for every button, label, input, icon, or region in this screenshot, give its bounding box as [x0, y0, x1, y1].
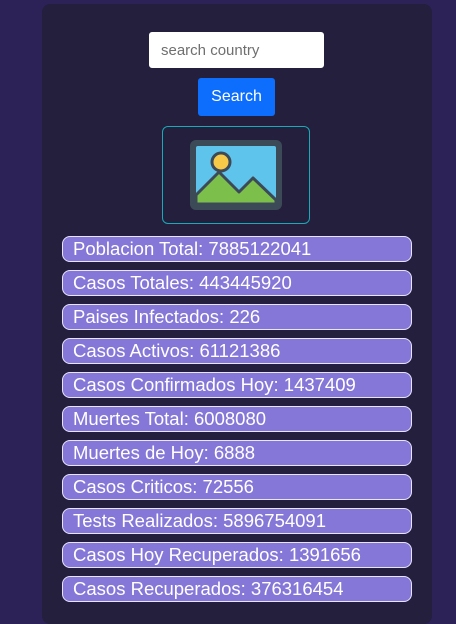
stat-value: 1437409: [283, 374, 356, 395]
stat-value: 6008080: [194, 408, 267, 429]
stat-value: 61121386: [199, 340, 281, 361]
stat-value: 443445920: [199, 272, 292, 293]
stat-value: 72556: [202, 476, 254, 497]
stat-value: 1391656: [288, 544, 361, 565]
stat-casos-totales: Casos Totales: 443445920: [62, 270, 412, 296]
stat-label: Poblacion Total:: [73, 238, 209, 259]
stat-label: Muertes de Hoy:: [73, 442, 214, 463]
stat-tests-realizados: Tests Realizados: 5896754091: [62, 508, 412, 534]
search-country-input[interactable]: [149, 32, 324, 68]
stat-value: 7885122041: [208, 238, 312, 259]
stat-label: Paises Infectados:: [73, 306, 230, 327]
stat-label: Casos Recuperados:: [73, 578, 251, 599]
stat-label: Casos Confirmados Hoy:: [73, 374, 284, 395]
stat-paises-infectados: Paises Infectados: 226: [62, 304, 412, 330]
stat-muertes-total: Muertes Total: 6008080: [62, 406, 412, 432]
stat-label: Tests Realizados:: [73, 510, 224, 531]
search-button[interactable]: Search: [198, 78, 275, 116]
stat-value: 5896754091: [223, 510, 327, 531]
stat-casos-activos: Casos Activos: 61121386: [62, 338, 412, 364]
stat-casos-confirmados-hoy: Casos Confirmados Hoy: 1437409: [62, 372, 412, 398]
stat-poblacion-total: Poblacion Total: 7885122041: [62, 236, 412, 262]
stat-label: Casos Activos:: [73, 340, 200, 361]
stat-casos-hoy-recuperados: Casos Hoy Recuperados: 1391656: [62, 542, 412, 568]
stat-casos-criticos: Casos Criticos: 72556: [62, 474, 412, 500]
country-flag-frame: [162, 126, 310, 224]
stat-label: Casos Hoy Recuperados:: [73, 544, 289, 565]
stat-value: 226: [229, 306, 261, 327]
stat-label: Casos Criticos:: [73, 476, 203, 497]
image-placeholder-icon: [190, 140, 282, 210]
stat-value: 6888: [213, 442, 256, 463]
stat-label: Muertes Total:: [73, 408, 194, 429]
stat-casos-recuperados: Casos Recuperados: 376316454: [62, 576, 412, 602]
stat-value: 376316454: [250, 578, 344, 599]
stat-muertes-de-hoy: Muertes de Hoy: 6888: [62, 440, 412, 466]
stat-label: Casos Totales:: [73, 272, 200, 293]
stats-list: Poblacion Total: 7885122041 Casos Totale…: [62, 236, 412, 610]
